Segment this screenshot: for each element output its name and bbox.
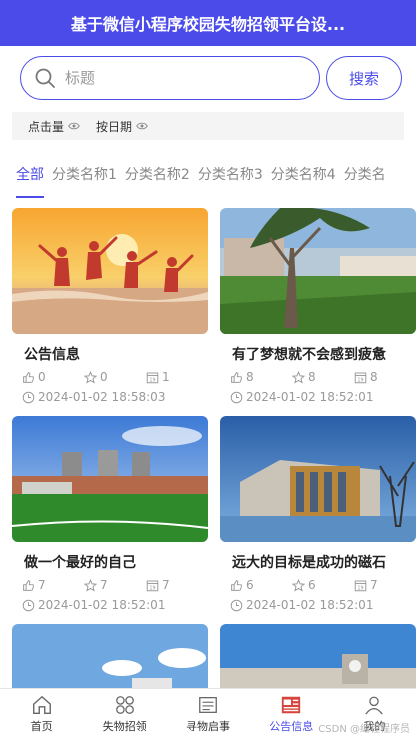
favorites-stat: 8: [292, 370, 354, 384]
likes-stat: 6: [230, 578, 292, 592]
clock-icon: [230, 391, 243, 403]
tab-all[interactable]: 全部: [16, 156, 44, 198]
card-stats: 6 6 19 7: [230, 578, 416, 592]
nav-lost-notice[interactable]: 寻物启事: [166, 689, 249, 738]
watermark: CSDN @编程程序员: [318, 724, 410, 735]
calendar-icon: 19: [146, 580, 159, 591]
favorites-stat: 7: [84, 578, 146, 592]
sort-bar: 点击量 按日期: [12, 112, 404, 140]
card-stats: 7 7 19 7: [22, 578, 208, 592]
tab-category-5[interactable]: 分类名: [344, 156, 386, 198]
tab-category-3[interactable]: 分类名称3: [198, 156, 263, 198]
eye-icon: [68, 122, 80, 130]
nav-home[interactable]: 首页: [0, 689, 83, 738]
views-stat: 19 7: [354, 578, 416, 592]
newspaper-icon: [282, 696, 301, 713]
svg-text:19: 19: [149, 585, 155, 591]
thumbs-up-icon: [231, 579, 242, 591]
card-time: 2024-01-02 18:58:03: [22, 390, 208, 404]
thumbs-up-icon: [23, 371, 34, 383]
svg-text:19: 19: [357, 377, 363, 383]
thumbs-up-icon: [231, 371, 242, 383]
star-icon: [84, 578, 97, 592]
search-box[interactable]: [20, 56, 320, 100]
sort-label: 点击量: [28, 119, 65, 134]
clock-icon: [22, 391, 35, 403]
card-title: 有了梦想就不会感到疲惫: [232, 347, 386, 363]
tab-category-1[interactable]: 分类名称1: [52, 156, 117, 198]
clock-icon: [22, 599, 35, 611]
page-title: 基于微信小程序校园失物招领平台设...: [70, 15, 346, 34]
user-icon: [365, 696, 384, 715]
tab-category-4[interactable]: 分类名称4: [271, 156, 336, 198]
svg-text:19: 19: [357, 585, 363, 591]
notice-card[interactable]: 做一个最好的自己 7 7 19 7 2024-01-02 18:52:01: [12, 416, 208, 612]
search-input[interactable]: [65, 69, 305, 87]
notice-icon: [199, 696, 217, 713]
app-header: 基于微信小程序校园失物招领平台设...: [0, 0, 416, 46]
modern-building-photo: [220, 416, 416, 542]
svg-text:19: 19: [149, 377, 155, 383]
card-stats: 8 8 19 8: [230, 370, 416, 384]
likes-stat: 0: [22, 370, 84, 384]
views-stat: 19 1: [146, 370, 208, 384]
search-button[interactable]: 搜索: [326, 56, 402, 100]
star-icon: [292, 578, 305, 592]
card-time: 2024-01-02 18:52:01: [22, 598, 208, 612]
card-title: 做一个最好的自己: [24, 555, 136, 571]
grid-icon: [115, 695, 134, 714]
campus-tree-photo: [220, 208, 416, 334]
search-icon: [33, 66, 57, 90]
star-icon: [292, 370, 305, 384]
home-icon: [32, 695, 51, 714]
beach-jump-photo: [12, 208, 208, 334]
likes-stat: 8: [230, 370, 292, 384]
thumbs-up-icon: [23, 579, 34, 591]
favorites-stat: 0: [84, 370, 146, 384]
eye-icon: [136, 122, 148, 130]
star-icon: [84, 370, 97, 384]
calendar-icon: 19: [146, 372, 159, 383]
likes-stat: 7: [22, 578, 84, 592]
nav-lost-found[interactable]: 失物招领: [83, 689, 166, 738]
views-stat: 19 8: [354, 370, 416, 384]
card-stats: 0 0 19 1: [22, 370, 208, 384]
tab-category-2[interactable]: 分类名称2: [125, 156, 190, 198]
views-stat: 19 7: [146, 578, 208, 592]
favorites-stat: 6: [292, 578, 354, 592]
notice-card[interactable]: 远大的目标是成功的磁石 6 6 19 7 2024-01-02 18:52:01: [220, 416, 416, 612]
search-row: 搜索: [0, 46, 416, 110]
clock-icon: [230, 599, 243, 611]
calendar-icon: 19: [354, 580, 367, 591]
card-time: 2024-01-02 18:52:01: [230, 598, 416, 612]
card-title: 远大的目标是成功的磁石: [232, 555, 386, 571]
sort-by-clicks[interactable]: 点击量: [28, 118, 80, 135]
category-tabs: 全部 分类名称1 分类名称2 分类名称3 分类名称4 分类名: [0, 156, 416, 198]
card-title: 公告信息: [24, 347, 80, 363]
notice-card[interactable]: 有了梦想就不会感到疲惫 8 8 19 8 2024-01-02 18:52:01: [220, 208, 416, 404]
notice-card[interactable]: 公告信息 0 0 19 1 2024-01-02 18:58:03: [12, 208, 208, 404]
sort-by-date[interactable]: 按日期: [96, 118, 148, 135]
campus-field-photo: [12, 416, 208, 542]
calendar-icon: 19: [354, 372, 367, 383]
sort-label: 按日期: [96, 119, 133, 134]
card-time: 2024-01-02 18:52:01: [230, 390, 416, 404]
